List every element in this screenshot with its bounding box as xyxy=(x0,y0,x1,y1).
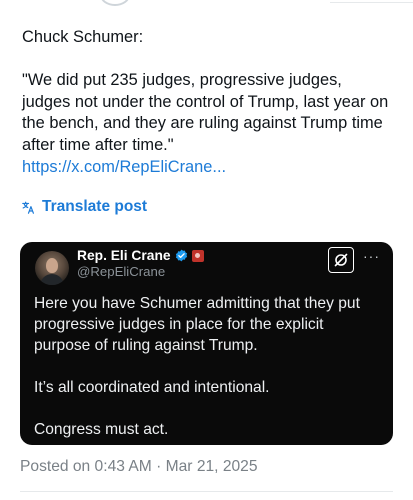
government-flag-icon xyxy=(191,249,204,262)
translate-label: Translate post xyxy=(42,198,148,215)
previous-item-edge xyxy=(0,0,413,8)
quoted-paragraph: It’s all coordinated and intentional. xyxy=(34,379,270,396)
grok-icon xyxy=(334,253,348,267)
divider xyxy=(20,491,393,492)
quoted-post-card[interactable]: Rep. Eli Crane @RepEliCrane ··· Here you… xyxy=(20,242,393,445)
quoted-author-name[interactable]: Rep. Eli Crane xyxy=(77,248,171,263)
quoted-author-handle[interactable]: @RepEliCrane xyxy=(77,264,165,279)
quoted-paragraph: Here you have Schumer admitting that the… xyxy=(34,295,360,354)
post-timestamp: Posted on 0:43 AM · Mar 21, 2025 xyxy=(20,458,258,475)
verified-badge-icon xyxy=(175,249,187,262)
avatar[interactable] xyxy=(35,251,69,285)
quoted-paragraph: Congress must act. xyxy=(34,421,169,438)
translate-post-button[interactable]: Translate post xyxy=(22,198,147,216)
divider xyxy=(330,2,413,3)
grok-button[interactable] xyxy=(328,247,354,273)
post-link[interactable]: https://x.com/RepEliCrane... xyxy=(22,157,392,179)
previous-avatar-edge xyxy=(100,0,130,6)
more-options-icon[interactable]: ··· xyxy=(363,248,380,264)
quoted-post-text: Here you have Schumer admitting that the… xyxy=(34,293,384,440)
translate-icon xyxy=(22,201,34,214)
post-body: Chuck Schumer: "We did put 235 judges, p… xyxy=(22,27,392,178)
quoted-author-row: Rep. Eli Crane xyxy=(77,248,204,263)
post-author-line: Chuck Schumer: xyxy=(22,28,144,46)
post-quote: "We did put 235 judges, progressive judg… xyxy=(22,71,389,154)
